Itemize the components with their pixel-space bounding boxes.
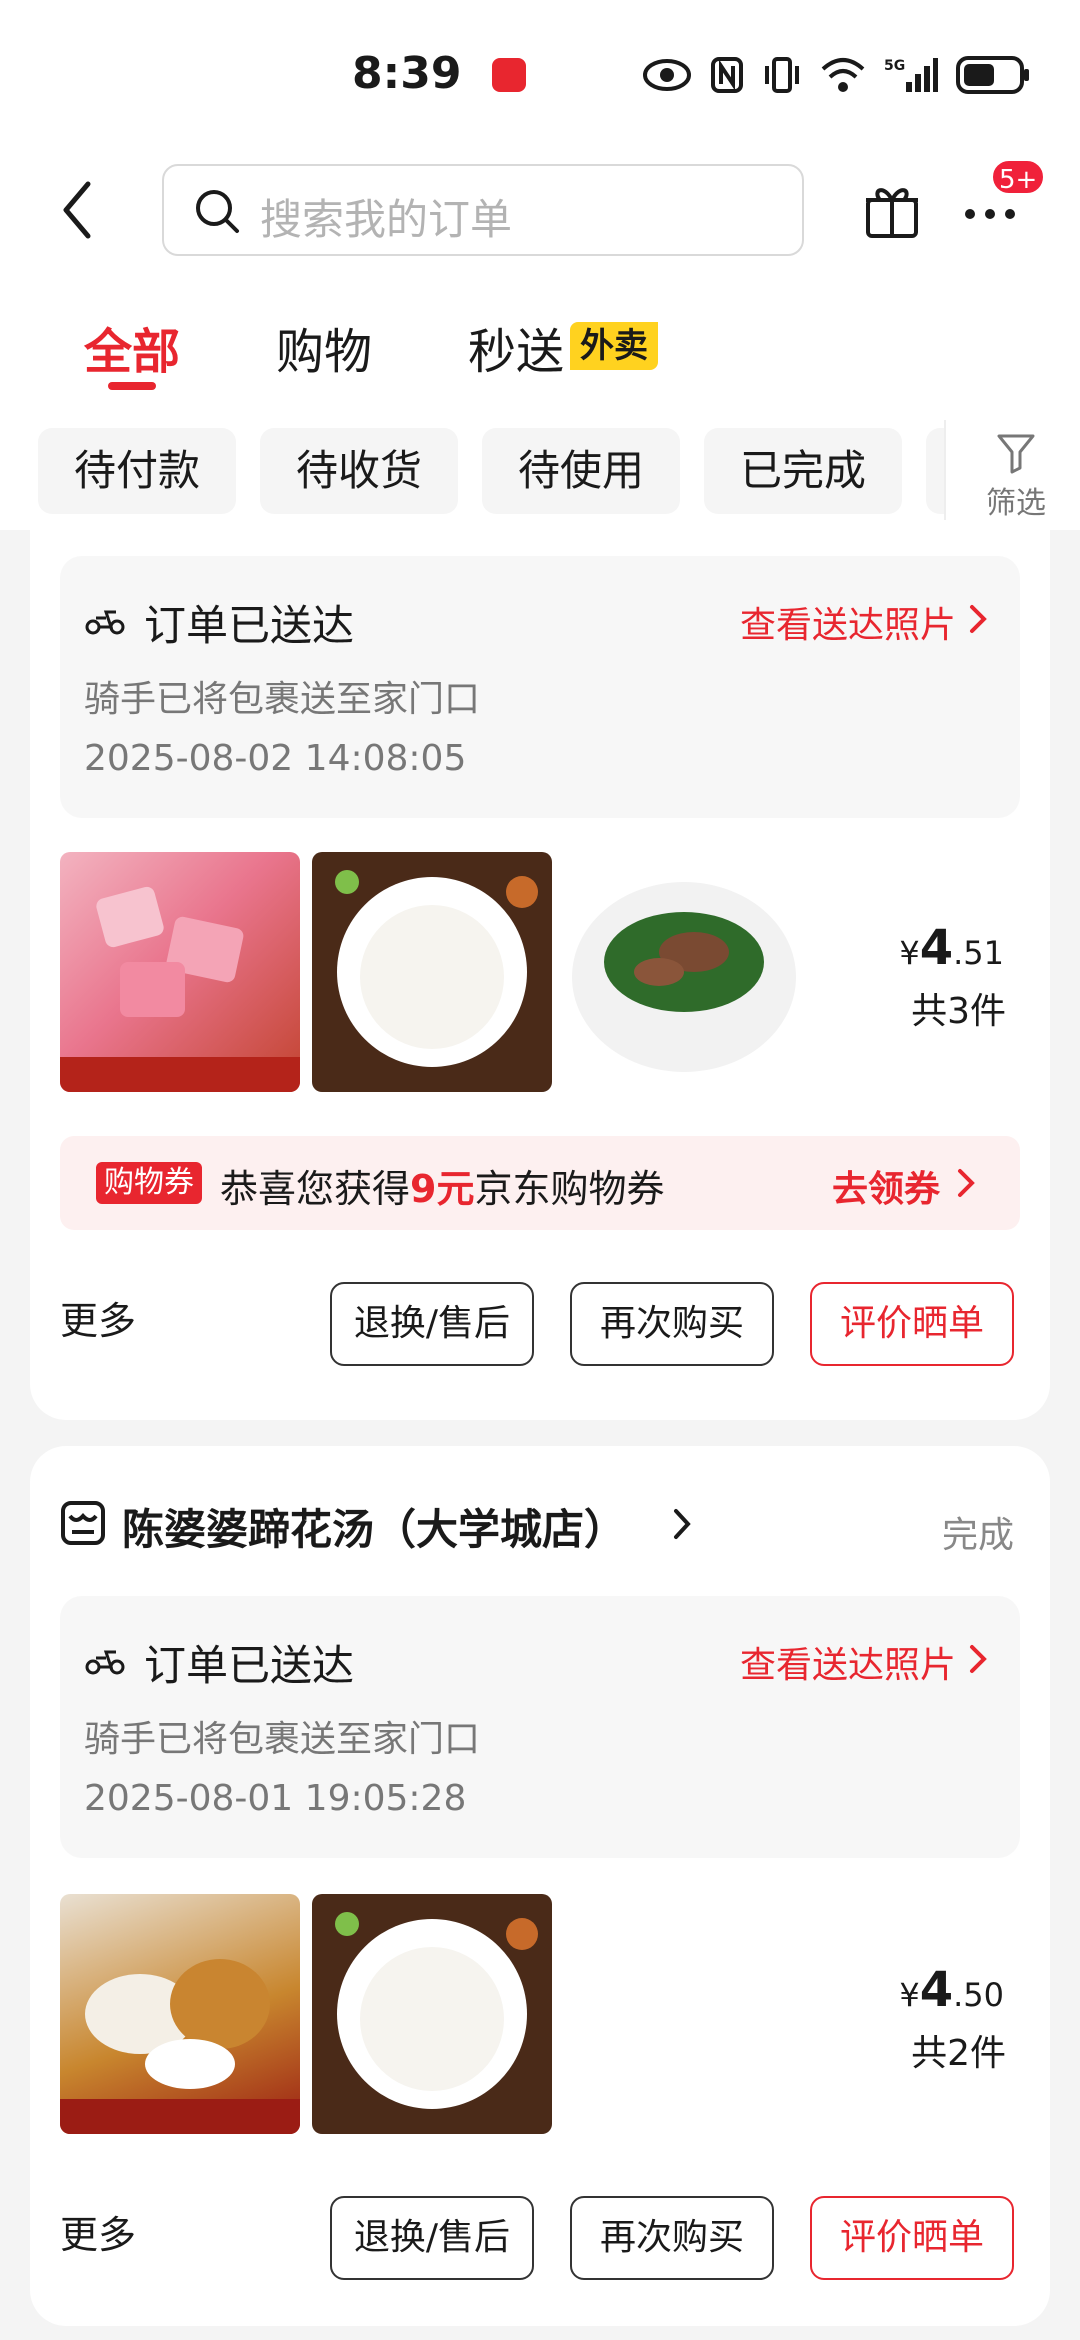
order-price: ¥4.50 [899, 1962, 1004, 2018]
order-tabs: 全部 购物 秒送 外卖 [0, 300, 1080, 400]
tab-instant-delivery[interactable]: 秒送 [468, 312, 564, 382]
tab-all[interactable]: 全部 [84, 312, 180, 382]
gift-icon[interactable] [862, 180, 922, 240]
shop-header[interactable]: 陈婆婆蹄花汤（大学城店） 完成 [60, 1496, 1020, 1556]
vibrate-icon [765, 57, 799, 93]
item-count: 共2件 [911, 2033, 1006, 2074]
coupon-banner[interactable]: 购物券 恭喜您获得9元京东购物券 去领券 [60, 1136, 1020, 1230]
product-thumbnail[interactable] [564, 852, 804, 1092]
wifi-icon [821, 58, 865, 92]
chevron-right-icon [970, 605, 987, 633]
review-button[interactable]: 评价晒单 [810, 1282, 1014, 1366]
product-thumbnail[interactable] [60, 1894, 300, 2134]
status-bar: 8:39 5G [0, 0, 1080, 150]
shop-icon [61, 1501, 105, 1545]
waimai-tag: 外卖 [570, 322, 658, 370]
item-count: 共3件 [911, 991, 1006, 1032]
chevron-right-icon [970, 1645, 987, 1673]
filter-label: 筛选 [986, 486, 1046, 521]
svg-text:5G: 5G [884, 58, 905, 74]
status-icons: 5G [642, 56, 1030, 94]
chip-pending-use[interactable]: 待使用 [482, 428, 680, 514]
more-link[interactable]: 更多 [60, 1290, 136, 1345]
search-placeholder: 搜索我的订单 [260, 195, 513, 244]
buy-again-button[interactable]: 再次购买 [570, 2196, 774, 2280]
delivery-status: 订单已送达 [144, 601, 355, 650]
product-thumbnail[interactable] [312, 852, 552, 1092]
order-status: 完成 [941, 1515, 1014, 1556]
filter-icon [997, 434, 1035, 474]
view-delivery-photo-link[interactable]: 查看送达照片 [740, 1636, 956, 1688]
more-link[interactable]: 更多 [60, 2204, 136, 2259]
coupon-tag: 购物券 [96, 1162, 202, 1204]
delivery-info-box: 订单已送达 查看送达照片 骑手已将包裹送至家门口 2025-08-01 19:0… [60, 1596, 1020, 1858]
delivered-at: 2025-08-01 19:05:28 [84, 1778, 467, 1819]
eye-icon [643, 59, 691, 91]
chevron-right-icon [958, 1169, 975, 1197]
tab-active-indicator [108, 382, 156, 390]
battery-icon [956, 56, 1029, 94]
scooter-icon [85, 610, 125, 635]
review-button[interactable]: 评价晒单 [810, 2196, 1014, 2280]
app-notification-icon [492, 58, 526, 92]
status-filters: 待付款 待收货 待使用 已完成 筛选 [0, 420, 1080, 521]
buy-again-button[interactable]: 再次购买 [570, 1282, 774, 1366]
chip-completed[interactable]: 已完成 [704, 428, 902, 514]
scooter-icon [85, 1650, 125, 1675]
chip-pending-payment[interactable]: 待付款 [38, 428, 236, 514]
delivery-note: 骑手已将包裹送至家门口 [84, 679, 481, 720]
chip-pending-receipt[interactable]: 待收货 [260, 428, 458, 514]
product-thumbnail[interactable] [312, 1894, 552, 2134]
notification-badge: 5+ [990, 158, 1047, 196]
delivery-info-box: 订单已送达 查看送达照片 骑手已将包裹送至家门口 2025-08-02 14:0… [60, 556, 1020, 818]
nfc-icon [711, 57, 743, 93]
status-time: 8:39 [352, 48, 462, 99]
order-price: ¥4.51 [899, 920, 1004, 976]
product-thumbnail[interactable] [60, 852, 300, 1092]
shop-name[interactable]: 陈婆婆蹄花汤（大学城店） [122, 1496, 626, 1557]
back-arrow-icon[interactable] [58, 180, 98, 240]
header: 搜索我的订单 5+ [0, 158, 1080, 260]
delivery-note: 骑手已将包裹送至家门口 [84, 1719, 481, 1760]
return-service-button[interactable]: 退换/售后 [330, 1282, 534, 1366]
view-delivery-photo-link[interactable]: 查看送达照片 [740, 596, 956, 648]
return-service-button[interactable]: 退换/售后 [330, 2196, 534, 2280]
search-icon [196, 190, 239, 233]
chevron-right-icon [674, 1509, 691, 1539]
delivery-status: 订单已送达 [144, 1641, 355, 1690]
claim-coupon-link[interactable]: 去领券 [832, 1160, 940, 1212]
delivered-at: 2025-08-02 14:08:05 [84, 738, 467, 779]
coupon-text: 恭喜您获得9元京东购物券 [220, 1167, 665, 1211]
search-input[interactable]: 搜索我的订单 [162, 164, 804, 256]
5g-signal-icon: 5G [884, 58, 938, 92]
order-card[interactable]: 订单已送达 查看送达照片 骑手已将包裹送至家门口 2025-08-02 14:0… [30, 520, 1050, 1420]
filter-button[interactable]: 筛选 [944, 420, 1080, 521]
tab-shopping[interactable]: 购物 [276, 312, 372, 382]
order-card[interactable]: 陈婆婆蹄花汤（大学城店） 完成 订单已送达 查看送达照片 骑手已将包裹送至家门口… [30, 1446, 1050, 2326]
